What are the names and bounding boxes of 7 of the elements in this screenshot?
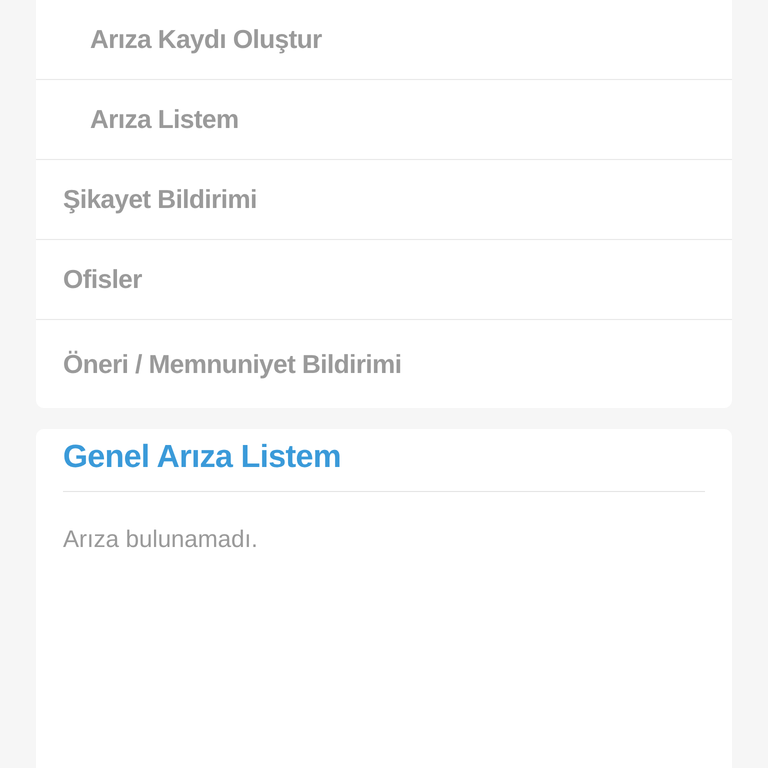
menu-item[interactable]: Şikayet Bildirimi — [36, 160, 732, 240]
submenu-item[interactable]: Arıza Kaydı Oluştur — [36, 0, 732, 80]
submenu-item[interactable]: Arıza Listem — [36, 80, 732, 160]
menu-item[interactable]: Öneri / Memnuniyet Bildirimi — [36, 320, 732, 408]
empty-message: Arıza bulunamadı. — [63, 525, 259, 556]
panel-title: Genel Arıza Listem — [63, 437, 705, 492]
menu-item[interactable]: Ofisler — [36, 240, 732, 320]
